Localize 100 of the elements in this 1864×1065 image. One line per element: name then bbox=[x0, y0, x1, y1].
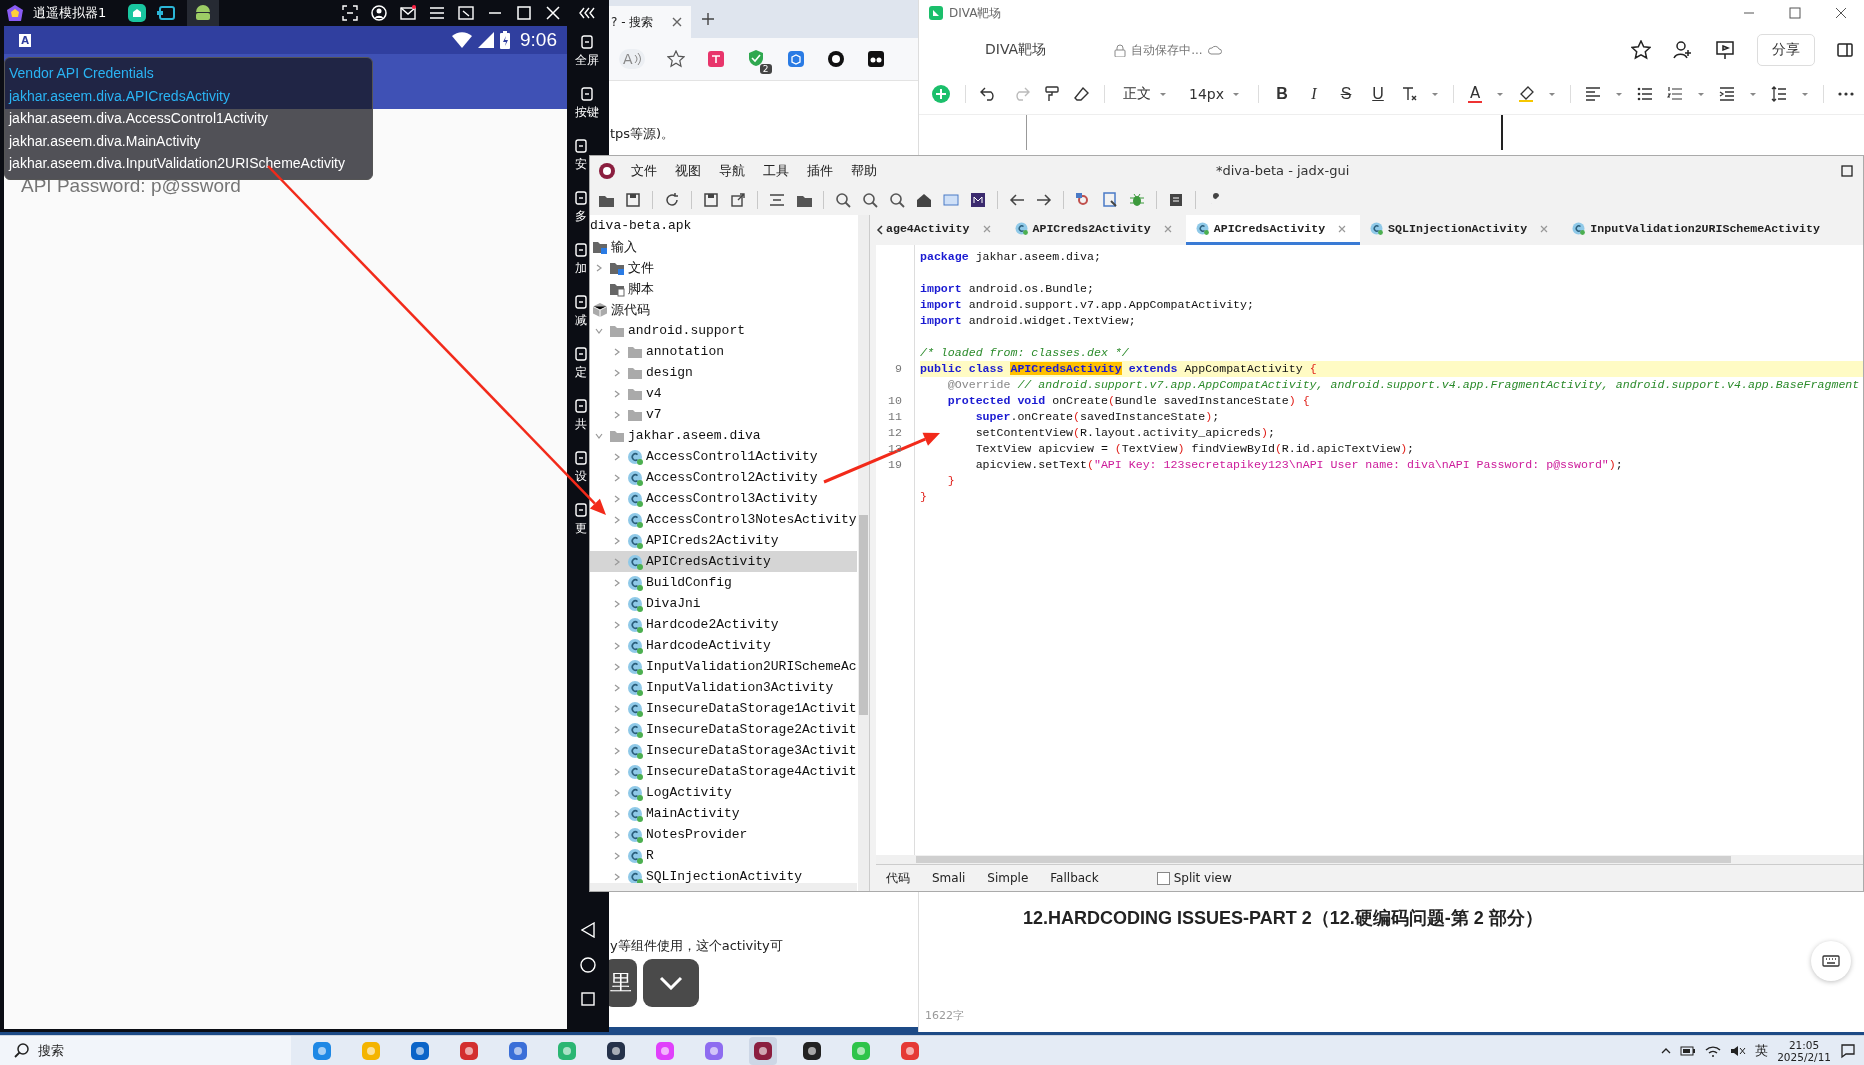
popup-line[interactable]: Vendor API Credentials bbox=[9, 62, 368, 85]
search-field[interactable]: 搜索 bbox=[0, 1036, 291, 1065]
side-tool-button[interactable]: 加 bbox=[575, 234, 587, 286]
tree-item[interactable]: AccessControl1Activity bbox=[646, 449, 818, 464]
tree-item[interactable]: v7 bbox=[646, 407, 662, 422]
input-method-indicator[interactable]: 英 bbox=[1755, 1041, 1769, 1060]
clear-format-icon[interactable] bbox=[1401, 86, 1417, 102]
screenshot-icon[interactable] bbox=[342, 5, 358, 21]
browser-tab[interactable]: ? - 搜索 bbox=[609, 6, 692, 38]
tree-item[interactable]: BuildConfig bbox=[646, 575, 732, 590]
shield-icon[interactable] bbox=[746, 48, 765, 67]
tree-item[interactable]: DivaJni bbox=[646, 596, 701, 611]
menu-item[interactable]: 插件 bbox=[798, 161, 842, 180]
side-tool-button[interactable]: 安 bbox=[575, 130, 587, 182]
popup-line[interactable]: jakhar.aseem.diva.InputValidation2URISchemeActivity bbox=[9, 152, 368, 175]
home-icon[interactable] bbox=[916, 192, 932, 208]
add-user-icon[interactable] bbox=[1673, 40, 1693, 60]
window-icon[interactable] bbox=[458, 5, 474, 21]
menu-item[interactable]: 文件 bbox=[622, 161, 666, 180]
format-painter-icon[interactable] bbox=[1044, 86, 1060, 102]
gear-icon[interactable] bbox=[1075, 192, 1091, 208]
tree-item[interactable]: InputValidation2URISchemeAc bbox=[646, 659, 857, 674]
editor-tab[interactable]: SQLInjectionActivity bbox=[1360, 215, 1563, 245]
keyboard-button[interactable] bbox=[1811, 941, 1851, 981]
scrollbar[interactable] bbox=[858, 215, 869, 891]
recents-icon[interactable] bbox=[581, 992, 595, 1006]
tree-item[interactable]: AccessControl2Activity bbox=[646, 470, 818, 485]
menu-item[interactable]: 视图 bbox=[666, 161, 710, 180]
tree-item[interactable]: NotesProvider bbox=[646, 827, 748, 842]
align-icon[interactable] bbox=[1585, 86, 1602, 102]
tree-item[interactable]: AccessControl3Activity bbox=[646, 491, 818, 506]
editor-tab[interactable]: APICredsActivity bbox=[1185, 215, 1361, 245]
chevron-up-icon[interactable] bbox=[1661, 1047, 1672, 1054]
forward-icon[interactable] bbox=[1036, 192, 1052, 208]
tree-item[interactable]: 输入 bbox=[611, 237, 637, 256]
tree-item[interactable]: AccessControl3NotesActivity bbox=[646, 512, 857, 527]
search-icon[interactable] bbox=[889, 192, 905, 208]
script-icon[interactable] bbox=[970, 192, 986, 208]
tree-item[interactable]: InputValidation3Activity bbox=[646, 680, 834, 695]
popup-line[interactable]: jakhar.aseem.diva.AccessControl1Activity bbox=[9, 107, 368, 130]
tree-item[interactable]: 源代码 bbox=[611, 300, 650, 319]
tree-item[interactable]: diva-beta.apk bbox=[590, 218, 692, 233]
home-app-icon[interactable] bbox=[127, 3, 148, 23]
split-view-checkbox[interactable]: Split view bbox=[1156, 871, 1232, 885]
menu-item[interactable]: 帮助 bbox=[842, 161, 886, 180]
tree-item[interactable]: jakhar.aseem.diva bbox=[628, 428, 761, 443]
new-tab-icon[interactable] bbox=[701, 12, 716, 26]
italic-button[interactable]: I bbox=[1305, 85, 1323, 103]
side-tool-button[interactable]: 减 bbox=[575, 286, 587, 338]
tree-item[interactable]: LogActivity bbox=[646, 785, 732, 800]
menu-item[interactable]: 工具 bbox=[754, 161, 798, 180]
back-icon[interactable] bbox=[1009, 192, 1025, 208]
font-size-dropdown[interactable]: 14px bbox=[1185, 86, 1244, 102]
scroll-left-icon[interactable] bbox=[876, 225, 884, 235]
flatten-icon[interactable] bbox=[769, 192, 785, 208]
favorite-icon[interactable] bbox=[1631, 40, 1651, 60]
menu-item[interactable]: 导航 bbox=[710, 161, 754, 180]
tree-item[interactable]: APICreds2Activity bbox=[646, 533, 779, 548]
side-tool-button[interactable]: 多 bbox=[575, 182, 587, 234]
device-icon[interactable] bbox=[1102, 192, 1118, 208]
share-button[interactable]: 分享 bbox=[1757, 34, 1815, 66]
editor-tab[interactable]: APICreds2Activity bbox=[1004, 215, 1186, 245]
tree-item[interactable]: InsecureDataStorage2Activit bbox=[646, 722, 857, 737]
strikethrough-button[interactable]: S bbox=[1337, 85, 1355, 103]
tree-item[interactable]: android.support bbox=[628, 323, 746, 338]
text-color-button[interactable]: A bbox=[1468, 85, 1483, 103]
save-icon[interactable] bbox=[625, 192, 641, 208]
mute-icon[interactable] bbox=[1730, 1044, 1747, 1057]
view-tab[interactable]: 代码 bbox=[876, 869, 920, 887]
floating-button[interactable]: 里 bbox=[609, 959, 637, 1007]
view-tab[interactable]: Smali bbox=[922, 871, 976, 885]
collapse-icon[interactable] bbox=[579, 7, 597, 19]
refresh-icon[interactable] bbox=[664, 192, 680, 208]
tree-item[interactable]: annotation bbox=[646, 344, 724, 359]
save-icon[interactable] bbox=[703, 192, 719, 208]
tree-item[interactable]: Hardcode2Activity bbox=[646, 617, 779, 632]
favorite-icon[interactable] bbox=[666, 50, 685, 68]
tree-item[interactable]: 脚本 bbox=[628, 279, 654, 298]
editor-tab[interactable]: InputValidation2URISchemeActivity bbox=[1562, 215, 1832, 245]
taskbar-app-icon[interactable] bbox=[749, 1036, 777, 1065]
tree-item[interactable]: R bbox=[646, 848, 654, 863]
side-tool-button[interactable]: 更 bbox=[575, 494, 587, 546]
eraser-icon[interactable] bbox=[1074, 86, 1090, 102]
side-tool-button[interactable]: 设 bbox=[575, 442, 587, 494]
numbered-list-icon[interactable] bbox=[1667, 86, 1684, 102]
tree-item[interactable]: HardcodeActivity bbox=[646, 638, 771, 653]
notification-icon[interactable] bbox=[1840, 1042, 1856, 1059]
export-icon[interactable] bbox=[730, 192, 746, 208]
record-icon[interactable] bbox=[826, 50, 845, 68]
popup-line[interactable]: jakhar.aseem.diva.MainActivity bbox=[9, 129, 368, 152]
extension-icon[interactable] bbox=[866, 50, 885, 68]
scroll-thumb[interactable] bbox=[916, 856, 1731, 863]
bullet-list-icon[interactable] bbox=[1637, 86, 1654, 102]
bug-icon[interactable] bbox=[1129, 192, 1145, 208]
tree-item[interactable]: SQLInjectionActivity bbox=[646, 869, 803, 884]
scroll-thumb[interactable] bbox=[859, 515, 868, 715]
side-tool-button[interactable]: 共 bbox=[575, 390, 587, 442]
app-tab[interactable] bbox=[187, 0, 220, 27]
tree-item[interactable]: v4 bbox=[646, 386, 662, 401]
tree-item[interactable]: InsecureDataStorage3Activit bbox=[646, 743, 857, 758]
